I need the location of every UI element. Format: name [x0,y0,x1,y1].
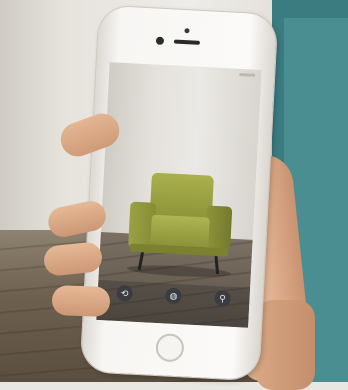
front-camera-icon [155,36,165,45]
phone-sensor [184,28,190,34]
home-button[interactable] [155,333,185,363]
armchair-back[interactable] [149,172,214,220]
armchair-seat[interactable] [150,214,210,248]
finger [51,284,111,318]
share-label [199,308,245,310]
rotate-icon: ⟲ [116,284,134,302]
globe-icon: ◍ [165,287,183,305]
view-label [150,306,196,308]
share-icon: ⚲ [214,290,231,307]
ar-toolbar: ⟲ ◍ ⚲ [96,279,251,328]
phone-screen: ⟲ ◍ ⚲ [96,62,262,328]
view-button[interactable]: ◍ [149,287,197,323]
smartphone: ⟲ ◍ ⚲ [80,5,278,381]
hand-wrist [255,300,315,390]
earpiece-speaker [173,39,200,45]
share-button[interactable]: ⚲ [198,289,246,325]
